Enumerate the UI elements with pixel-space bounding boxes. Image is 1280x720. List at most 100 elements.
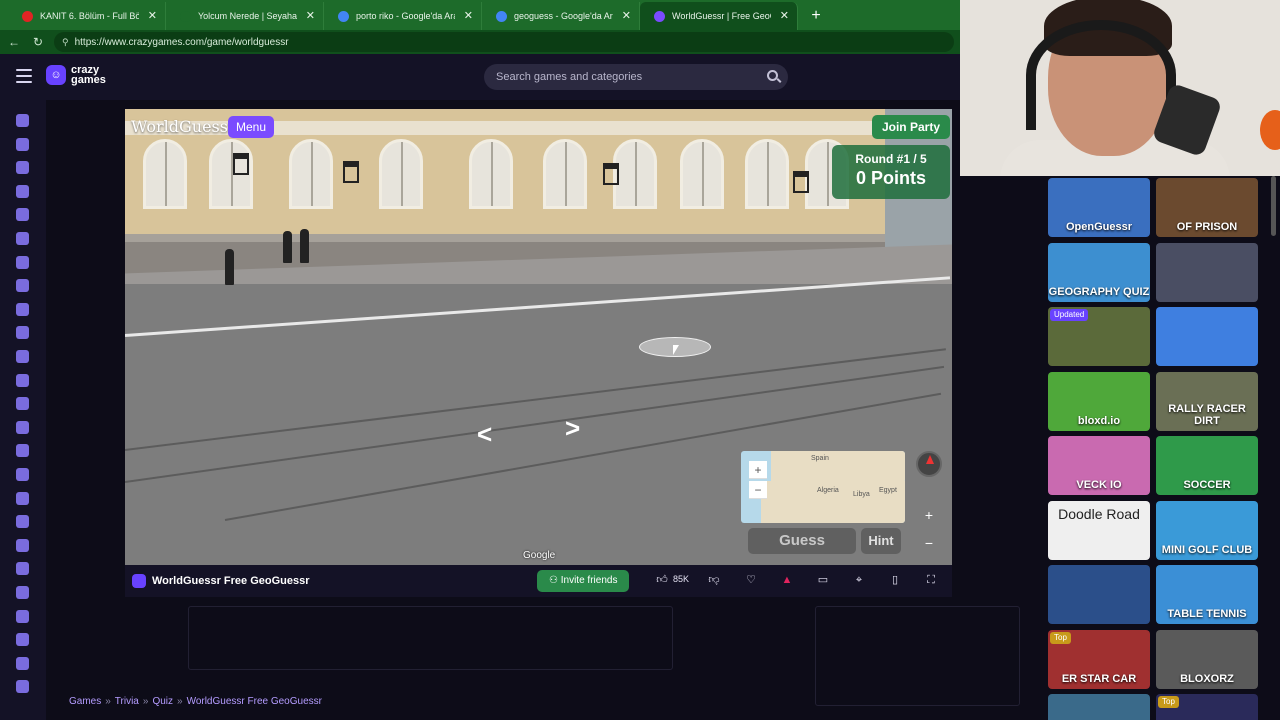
game-thumbnail[interactable]: TopMETRY GAME	[1156, 694, 1258, 720]
headset	[1026, 20, 1176, 130]
shuffle-icon[interactable]	[16, 232, 29, 245]
game-thumbnail[interactable]	[1156, 307, 1258, 366]
zoom-out-button[interactable]: −	[919, 533, 939, 553]
guess-minimap[interactable]: + − Spain Algeria Libya Egypt	[741, 451, 905, 523]
adventure-icon[interactable]	[16, 302, 29, 316]
map-label: Libya	[853, 491, 870, 498]
tab-close-icon[interactable]: ✕	[622, 9, 631, 22]
tab-favicon-icon	[496, 11, 507, 22]
tab-close-icon[interactable]: ✕	[780, 9, 789, 22]
game-thumbnail[interactable]: bloxd.io	[1048, 371, 1150, 431]
minimap-zoom-out-button[interactable]: −	[749, 481, 767, 499]
pen-icon[interactable]	[16, 680, 29, 694]
guess-button[interactable]: Guess	[748, 528, 856, 554]
game-logo-icon	[132, 574, 146, 588]
back-icon[interactable]: ←	[4, 32, 24, 52]
search-icon[interactable]	[767, 70, 778, 81]
crazygames-logo[interactable]: ☺ crazy games	[46, 65, 106, 86]
join-party-button[interactable]: Join Party	[871, 115, 950, 139]
fire-icon[interactable]	[16, 184, 29, 198]
game-thumbnail[interactable]: OpenGuessr	[1048, 178, 1150, 237]
card-icon[interactable]	[16, 397, 29, 411]
minimap-zoom-in-button[interactable]: +	[749, 461, 767, 479]
map-label: Algeria	[817, 487, 839, 494]
scrollbar[interactable]	[1271, 176, 1276, 236]
browser-tab[interactable]: KANIT 6. Bölüm - Full Bölüm - You ✕	[8, 2, 166, 30]
refresh-icon[interactable]	[16, 208, 29, 222]
browser-tab[interactable]: porto riko - Google'da Ara ✕	[324, 2, 482, 30]
game-thumbnail[interactable]: VECK IO	[1048, 436, 1150, 495]
stickman-icon[interactable]	[16, 350, 29, 363]
nav-arrow-right-icon[interactable]: >	[565, 415, 605, 441]
game-thumbnail[interactable]: MINI GOLF CLUB	[1156, 500, 1258, 560]
phone-icon[interactable]	[16, 633, 29, 647]
game-thumbnail[interactable]: Doodle Road	[1048, 500, 1150, 560]
sports-icon[interactable]	[16, 586, 29, 599]
reload-icon[interactable]: ↻	[28, 32, 48, 52]
crosshair-icon[interactable]: ⌖	[852, 573, 866, 587]
new-icon[interactable]	[16, 161, 29, 175]
mouse-cursor-icon	[673, 345, 679, 355]
clock-icon[interactable]	[16, 137, 29, 151]
game-thumbnail[interactable]: Top ER STAR CAR	[1048, 629, 1150, 689]
car-icon[interactable]	[16, 373, 29, 387]
tab-close-icon[interactable]: ✕	[306, 9, 315, 22]
game-thumbnail[interactable]: RALLY RACER DIRT	[1156, 371, 1258, 431]
search-input[interactable]: Search games and categories	[484, 64, 788, 90]
thumbs-up-icon[interactable]: 👍︎	[655, 573, 669, 587]
url-field[interactable]: ⚲ https://www.crazygames.com/game/worldg…	[54, 32, 954, 52]
casual-icon[interactable]	[16, 420, 29, 434]
breadcrumb-link[interactable]: Games	[69, 696, 101, 707]
tab-close-icon[interactable]: ✕	[148, 9, 157, 22]
browser-tab[interactable]: Yolcum Nerede | Seyahat Bilgileri - ✕	[166, 2, 324, 30]
browser-tab[interactable]: WorldGuessr | Free GeoGuessr ✕	[640, 2, 798, 30]
compass-icon[interactable]	[916, 451, 942, 477]
ball-icon[interactable]	[16, 609, 29, 623]
nav-arrow-left-icon[interactable]: <	[477, 421, 517, 447]
tools-icon[interactable]	[16, 656, 29, 670]
breadcrumb-link[interactable]: Quiz	[152, 696, 173, 707]
game-thumbnail[interactable]: TABLE TENNIS	[1156, 565, 1258, 624]
zoom-in-button[interactable]: +	[919, 505, 939, 525]
heart-icon[interactable]: ♡	[744, 573, 758, 587]
game-thumbnail[interactable]: GEOGRAPHY QUIZ	[1048, 242, 1150, 302]
breadcrumb-current: WorldGuessr Free GeoGuessr	[186, 696, 322, 707]
game-thumbnail[interactable]: Updated	[1048, 307, 1150, 366]
controller-icon[interactable]	[16, 468, 29, 481]
mobile-icon[interactable]: ▯	[888, 573, 902, 587]
hint-button[interactable]: Hint	[861, 528, 901, 554]
chat-icon[interactable]: ▭	[816, 573, 830, 587]
fullscreen-icon[interactable]: ⛶	[924, 573, 938, 587]
game-thumbnail[interactable]	[1048, 565, 1150, 624]
game-thumbnail[interactable]: DEADLY DESCENT	[1048, 694, 1150, 720]
breadcrumb-link[interactable]: Trivia	[115, 696, 139, 707]
lantern	[793, 171, 809, 193]
browser-tab[interactable]: geoguess - Google'da Ara ✕	[482, 2, 640, 30]
hamburger-menu-icon[interactable]	[16, 69, 32, 83]
new-tab-button[interactable]: +	[804, 4, 828, 28]
game-thumbnail[interactable]: OF PRISON	[1156, 178, 1258, 237]
url-text: https://www.crazygames.com/game/worldgue…	[74, 36, 289, 48]
tab-close-icon[interactable]: ✕	[464, 9, 473, 22]
io-icon[interactable]	[16, 491, 29, 505]
tab-label: KANIT 6. Bölüm - Full Bölüm - You	[40, 11, 139, 21]
game-thumbnail[interactable]: BLOXORZ	[1156, 629, 1258, 689]
site-info-icon[interactable]: ⚲	[62, 37, 69, 48]
game-thumbnail-title: OF PRISON	[1176, 221, 1238, 233]
home-icon[interactable]	[16, 114, 29, 127]
pencil-icon[interactable]	[16, 538, 29, 552]
game-viewport[interactable]: < > WorldGuessr Menu Join Party Round #1…	[125, 109, 952, 565]
menu-button[interactable]: Menu	[228, 116, 275, 138]
clicker-icon[interactable]	[16, 444, 29, 458]
game-footer-bar: WorldGuessr Free GeoGuessr ⚇ Invite frie…	[125, 565, 952, 597]
game-thumbnail[interactable]	[1156, 242, 1258, 302]
thumbs-down-icon[interactable]: 👎︎	[707, 573, 721, 587]
flag-icon[interactable]: ▲	[780, 573, 794, 587]
gun-icon[interactable]	[16, 562, 29, 576]
game-thumbnail[interactable]: SOCCER	[1156, 436, 1258, 495]
invite-friends-button[interactable]: ⚇ Invite friends	[537, 570, 630, 592]
multiplayer-icon[interactable]	[16, 255, 29, 269]
puzzle-icon[interactable]	[16, 515, 29, 529]
action-icon[interactable]	[16, 279, 29, 293]
basketball-icon[interactable]	[16, 326, 29, 340]
